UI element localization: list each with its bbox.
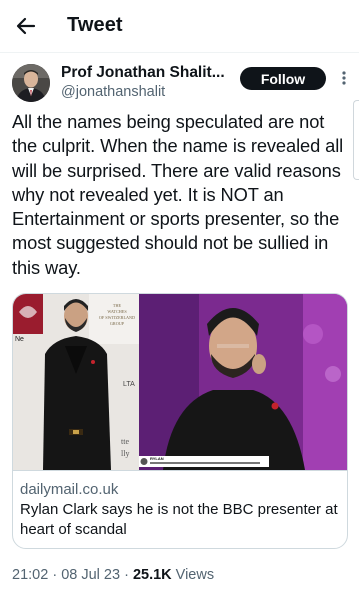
card-divider xyxy=(13,470,347,471)
left-sign-fragment-3: tte xyxy=(121,437,129,446)
tweet-text: All the names being speculated are not t… xyxy=(12,111,344,278)
card-title[interactable]: Rylan Clark says he is not the BBC prese… xyxy=(20,500,340,540)
left-sign-line-3: OF SWITZERLAND xyxy=(99,315,135,320)
more-vertical-icon[interactable] xyxy=(336,70,352,86)
left-sign-line-2: WATCHES xyxy=(107,309,127,314)
avatar[interactable] xyxy=(12,64,50,102)
left-sign-fragment-1: Ne xyxy=(15,336,24,343)
meta-separator: · xyxy=(52,567,62,583)
top-bar: Tweet xyxy=(0,0,359,52)
left-sign-fragment-2: LTA xyxy=(123,381,135,388)
meta-separator: · xyxy=(124,567,133,583)
views-count[interactable]: 25.1K xyxy=(133,567,172,583)
arrow-left-icon[interactable] xyxy=(14,14,38,38)
tweet-date[interactable]: 08 Jul 23 xyxy=(61,567,120,583)
author-handle[interactable]: @jonathanshalit xyxy=(61,84,165,100)
left-sign-line-1: THE xyxy=(113,303,122,308)
tweet-meta: 21:02 · 08 Jul 23 · 25.1K Views xyxy=(12,567,214,583)
tweet-time[interactable]: 21:02 xyxy=(12,567,48,583)
left-sign-line-4: GROUP xyxy=(110,321,125,326)
header-divider xyxy=(0,52,359,53)
card-image: Ne THE WATCHES OF SWITZERLAND GROUP LTA … xyxy=(13,294,347,470)
link-preview-card[interactable]: Ne THE WATCHES OF SWITZERLAND GROUP LTA … xyxy=(12,293,348,549)
scroll-handle[interactable] xyxy=(353,100,359,180)
card-domain[interactable]: dailymail.co.uk xyxy=(20,481,118,498)
right-photo-overlay-label: RYLAN xyxy=(150,456,164,461)
left-sign-fragment-4: lly xyxy=(121,449,129,458)
views-label: Views xyxy=(175,567,215,583)
author-display-name[interactable]: Prof Jonathan Shalit... xyxy=(61,64,236,82)
follow-button[interactable]: Follow xyxy=(240,67,326,90)
page-title: Tweet xyxy=(67,14,123,36)
